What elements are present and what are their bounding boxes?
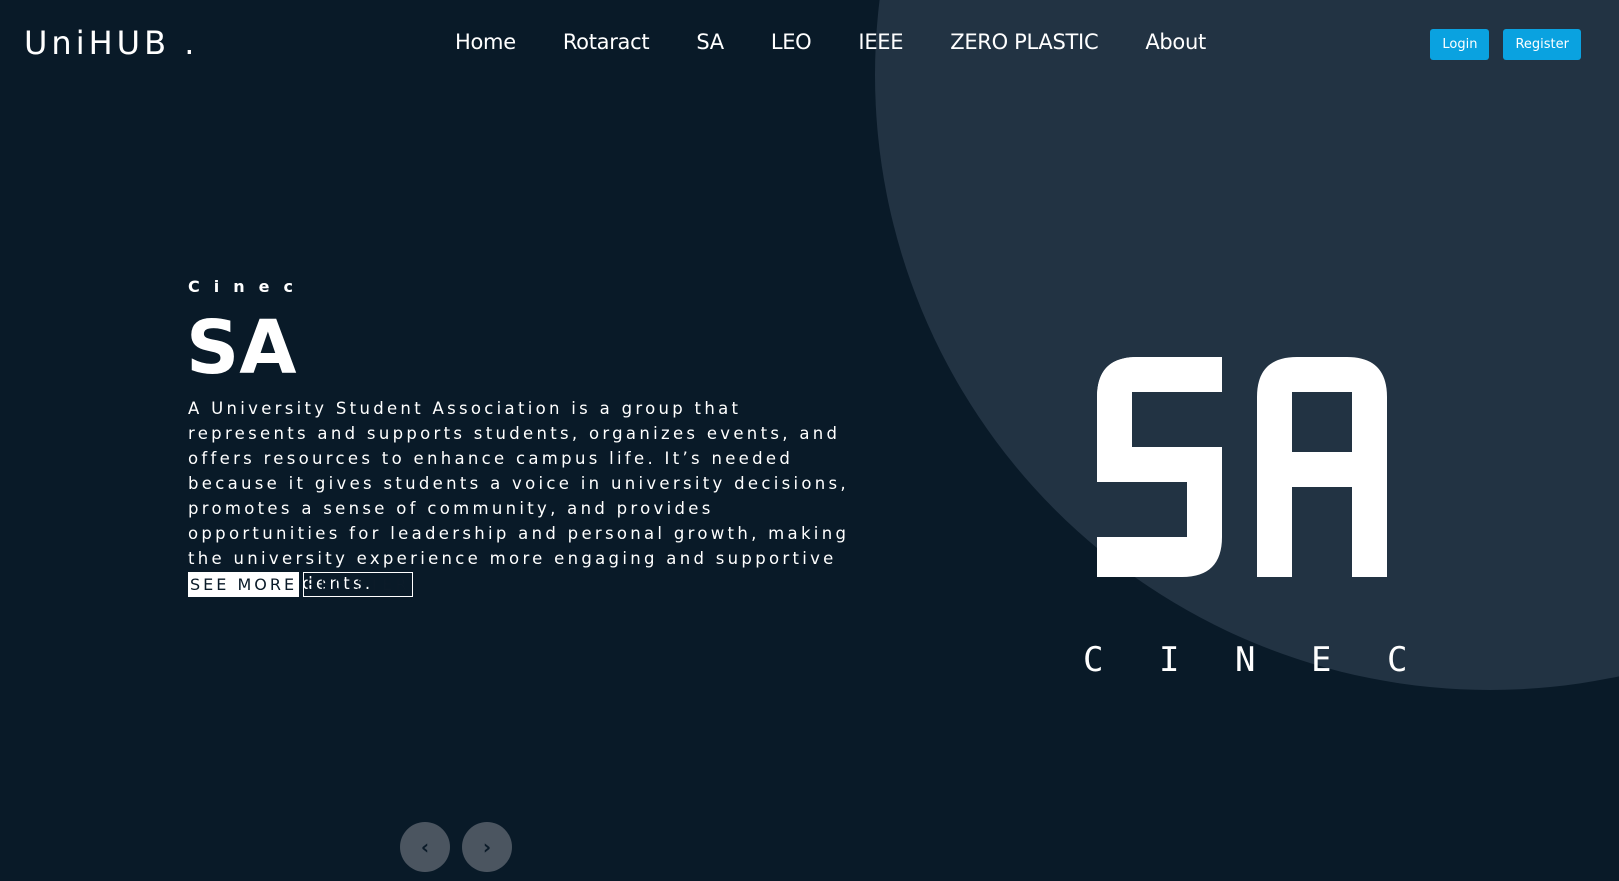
sa-logo-letter-a: [1257, 357, 1387, 577]
main-nav: Home Rotaract SA LEO IEEE ZERO PLASTIC A…: [455, 30, 1206, 54]
hero-register-button[interactable]: REGISTER: [303, 572, 413, 597]
nav-item-about[interactable]: About: [1145, 30, 1206, 54]
hero-eyebrow: Cinec: [188, 277, 307, 296]
prev-slide-button[interactable]: ‹: [400, 822, 450, 872]
next-slide-button[interactable]: ›: [462, 822, 512, 872]
nav-item-sa[interactable]: SA: [696, 30, 724, 54]
auth-buttons: Login Register: [1430, 29, 1581, 60]
nav-item-zero-plastic[interactable]: ZERO PLASTIC: [950, 30, 1098, 54]
login-button[interactable]: Login: [1430, 29, 1490, 60]
background-circle: [875, 0, 1619, 690]
nav-item-ieee[interactable]: IEEE: [858, 30, 903, 54]
nav-item-home[interactable]: Home: [455, 30, 516, 54]
logo-subtitle-letter: N: [1235, 640, 1256, 680]
site-logo[interactable]: UniHUB .: [24, 24, 198, 62]
nav-item-leo[interactable]: LEO: [771, 30, 812, 54]
see-more-button[interactable]: SEE MORE: [188, 572, 300, 597]
chevron-left-icon: ‹: [420, 835, 430, 859]
logo-subtitle-letter: C: [1083, 640, 1104, 680]
logo-subtitle-letter: E: [1311, 640, 1332, 680]
page: UniHUB . Home Rotaract SA LEO IEEE ZERO …: [0, 0, 1619, 881]
chevron-right-icon: ›: [482, 835, 492, 859]
hero-description: A University Student Association is a gr…: [188, 399, 850, 593]
hero-buttons: SEE MORE REGISTER: [188, 572, 413, 597]
site-header: UniHUB . Home Rotaract SA LEO IEEE ZERO …: [0, 0, 1619, 90]
nav-item-rotaract[interactable]: Rotaract: [563, 30, 650, 54]
sa-logo-graphic: [1097, 357, 1387, 577]
hero-title: SA: [186, 305, 297, 391]
logo-subtitle-letter: I: [1159, 640, 1180, 680]
register-button[interactable]: Register: [1503, 29, 1581, 60]
logo-subtitle-letter: C: [1387, 640, 1408, 680]
logo-subtitle: C I N E C: [1083, 640, 1463, 680]
slider-controls: ‹ ›: [400, 822, 512, 872]
